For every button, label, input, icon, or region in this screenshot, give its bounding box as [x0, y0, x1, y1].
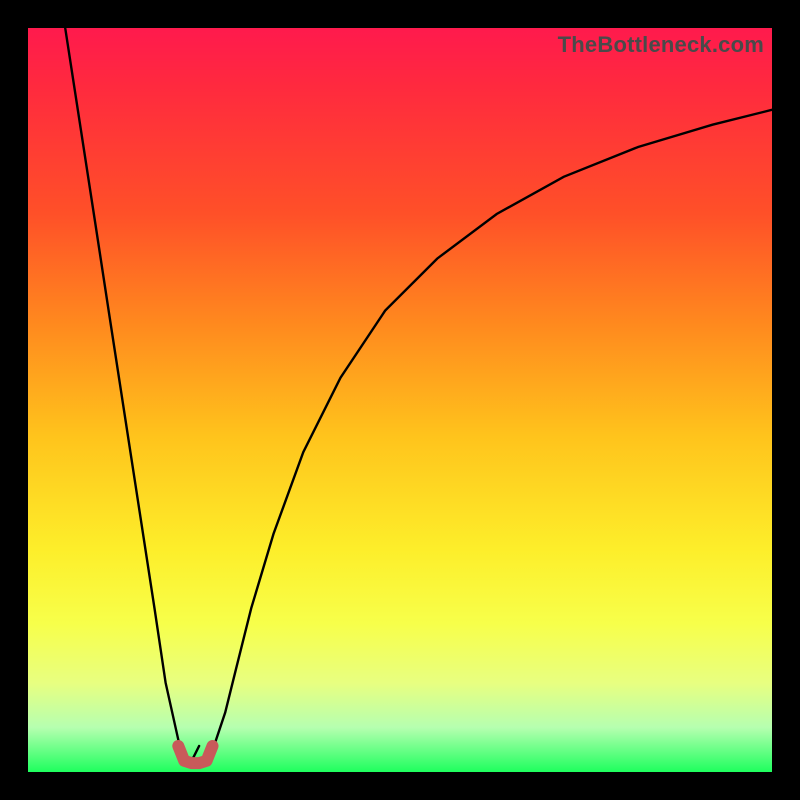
- plot-area: TheBottleneck.com: [28, 28, 772, 772]
- curve-right-path: [214, 110, 772, 746]
- chart-svg: [28, 28, 772, 772]
- curve-left-path: [65, 28, 199, 761]
- chart-frame: TheBottleneck.com: [0, 0, 800, 800]
